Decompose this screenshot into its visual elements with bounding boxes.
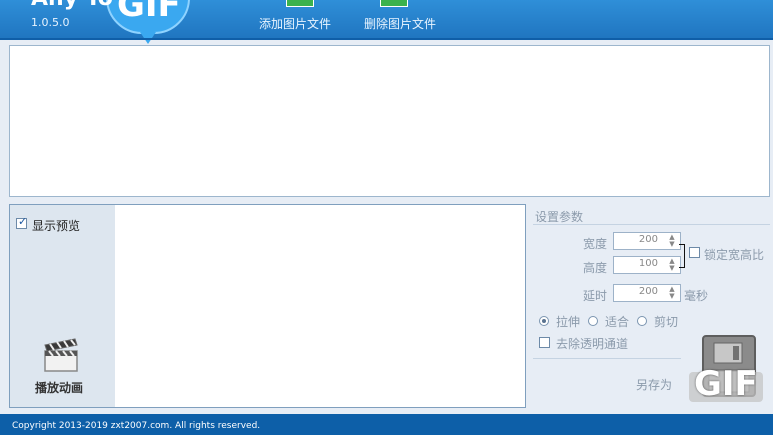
fit-radio[interactable]	[588, 316, 598, 326]
fit-label: 适合	[605, 315, 630, 329]
delay-unit: 毫秒	[684, 289, 709, 303]
save-as-label: 另存为	[636, 378, 673, 392]
stretch-radio[interactable]	[539, 316, 549, 326]
app-version: 1.0.5.0	[31, 16, 70, 29]
show-preview-toggle[interactable]: ✓ 显示预览	[16, 215, 96, 233]
app-logo-gif: GIF	[117, 0, 181, 25]
add-image-files-label: 添加图片文件	[259, 17, 332, 31]
delete-image-icon	[380, 0, 408, 7]
play-animation-button[interactable]: 播放动画	[30, 331, 96, 399]
app-logo-text: Any To	[31, 0, 113, 11]
delete-image-files-button[interactable]: 删除图片文件	[364, 0, 444, 38]
crop-label: 剪切	[654, 315, 679, 329]
footer: Copyright 2013-2019 zxt2007.com. All rig…	[0, 414, 773, 435]
show-preview-label: 显示预览	[32, 219, 81, 233]
image-file-list[interactable]	[9, 45, 770, 197]
clapperboard-icon	[44, 338, 78, 372]
width-label: 宽度	[582, 237, 607, 251]
remove-transparency-label: 去除透明通道	[556, 337, 629, 351]
ratio-link-bracket	[679, 244, 685, 268]
copyright-text: Copyright 2013-2019 zxt2007.com. All rig…	[12, 421, 261, 431]
add-image-files-button[interactable]: 添加图片文件	[259, 0, 339, 38]
delay-value: 200	[638, 286, 658, 297]
selected-radio-dot	[542, 319, 546, 323]
delete-image-files-label: 删除图片文件	[364, 17, 437, 31]
preview-canvas	[115, 205, 525, 407]
check-mark-icon: ✓	[18, 215, 28, 228]
settings-panel: 设置参数 宽度 200 ▲ ▼ 高度 100 ▲ ▼ 锁定宽高比 延时 200 ▲ ▼…	[533, 204, 773, 410]
gif-button-text: GIF	[694, 364, 758, 404]
remove-transparency-toggle[interactable]: 去除透明通道	[539, 335, 644, 351]
settings-title: 设置参数	[535, 210, 584, 224]
add-image-icon	[286, 0, 314, 7]
height-label: 高度	[582, 261, 607, 275]
save-area-rule	[533, 358, 681, 359]
crop-radio[interactable]	[637, 316, 647, 326]
play-animation-label: 播放动画	[35, 381, 84, 395]
header-divider	[0, 38, 773, 40]
delay-spinner[interactable]: 200 ▲ ▼	[613, 284, 681, 302]
remove-transparency-checkbox[interactable]	[539, 337, 550, 348]
delay-label: 延时	[582, 289, 607, 303]
lock-ratio-label: 锁定宽高比	[704, 248, 765, 262]
spinner-arrows-icon[interactable]: ▲ ▼	[667, 258, 677, 272]
save-as-gif-button[interactable]: GIF	[689, 332, 763, 406]
spinner-arrows-icon[interactable]: ▲ ▼	[667, 234, 677, 248]
show-preview-checkbox[interactable]: ✓	[16, 215, 28, 229]
width-value: 200	[638, 234, 658, 245]
lock-ratio-toggle[interactable]: 锁定宽高比	[689, 245, 773, 262]
lock-ratio-checkbox[interactable]	[689, 247, 700, 258]
stretch-label: 拉伸	[556, 315, 581, 329]
height-spinner[interactable]: 100 ▲ ▼	[613, 256, 681, 274]
width-spinner[interactable]: 200 ▲ ▼	[613, 232, 681, 250]
spinner-arrows-icon[interactable]: ▲ ▼	[667, 286, 677, 300]
header: Any To GIF 1.0.5.0 添加图片文件 删除图片文件	[0, 0, 773, 44]
preview-panel: ✓ 显示预览 播放动画	[9, 204, 526, 408]
settings-title-rule	[533, 224, 770, 225]
height-value: 100	[638, 258, 658, 269]
